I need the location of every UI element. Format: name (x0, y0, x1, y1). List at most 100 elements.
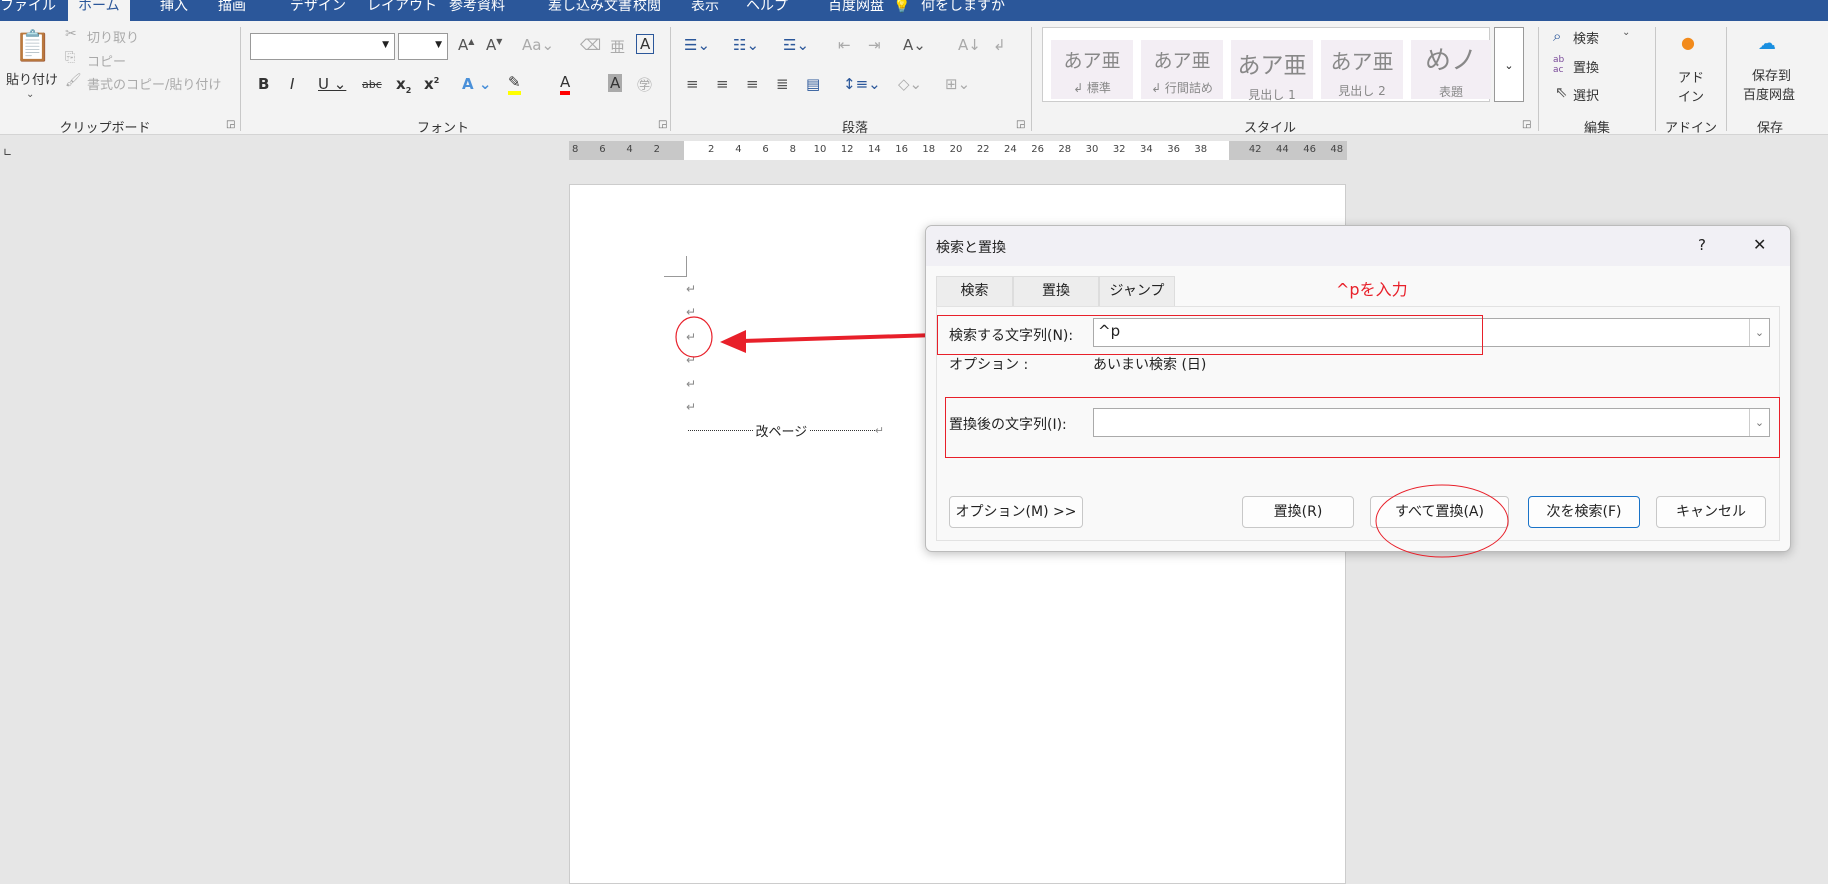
font-color-icon[interactable]: A (560, 73, 571, 95)
paste-button[interactable]: 貼り付け (6, 69, 58, 88)
replace-button[interactable]: 置換 (1573, 57, 1599, 76)
format-painter-button[interactable]: 書式のコピー/貼り付け (87, 74, 221, 93)
dialog-launcher-icon[interactable]: ◲ (1522, 119, 1531, 130)
character-shading-icon[interactable]: A (608, 74, 623, 92)
addins-button[interactable]: アド イン (1678, 67, 1704, 105)
font-name-select[interactable]: ▼ (250, 33, 395, 60)
tab-home[interactable]: ホーム (68, 0, 130, 21)
options-label: オプション : (949, 357, 1029, 373)
cut-button[interactable]: 切り取り (87, 27, 139, 46)
tab-goto[interactable]: ジャンプ (1099, 276, 1175, 306)
tab-insert[interactable]: 挿入 (160, 0, 188, 21)
tab-review[interactable]: 校閲 (633, 0, 661, 21)
dialog-launcher-icon[interactable]: ◲ (226, 119, 235, 130)
style-normal[interactable]: あア亜 ↲ 標準 (1051, 40, 1133, 99)
tell-me-box[interactable]: 何をしますか (921, 0, 1005, 21)
increase-indent-icon[interactable]: ⇥ (868, 36, 881, 54)
ruler-tick: 24 (1004, 144, 1017, 155)
ruler-tick: 4 (735, 144, 742, 155)
help-button[interactable]: ? (1698, 236, 1706, 254)
replace-all-button[interactable]: すべて置換(A) (1370, 496, 1509, 528)
tab-draw[interactable]: 描画 (218, 0, 246, 21)
paragraph-mark: ↵ (686, 282, 697, 296)
bold-button[interactable]: B (258, 75, 269, 93)
tab-find[interactable]: 検索 (936, 276, 1013, 306)
tab-replace[interactable]: 置換 (1013, 276, 1099, 306)
ruler-tick: 16 (895, 144, 908, 155)
chevron-down-icon[interactable]: ⌄ (26, 89, 34, 100)
tab-layout[interactable]: レイアウト (367, 0, 437, 21)
text-direction-icon[interactable]: A⌄ (903, 36, 926, 54)
align-left-icon[interactable]: ≡ (686, 75, 699, 93)
find-next-button[interactable]: 次を検索(F) (1528, 496, 1640, 528)
tab-mailings[interactable]: 差し込み文書 (548, 0, 632, 21)
shading-icon[interactable]: ◇⌄ (898, 75, 922, 93)
underline-button[interactable]: U ⌄ (318, 75, 346, 93)
decrease-indent-icon[interactable]: ⇤ (838, 36, 851, 54)
enclose-characters-icon[interactable]: ㊫ (637, 74, 652, 95)
ruler-tick: 14 (868, 144, 881, 155)
dialog-title: 検索と置換 (936, 240, 1006, 256)
style-no-spacing[interactable]: あア亜 ↲ 行間詰め (1141, 40, 1223, 99)
shrink-font-icon[interactable]: A▼ (486, 36, 502, 54)
superscript-button[interactable]: x2 (424, 75, 439, 93)
tab-file[interactable]: ファイル (0, 0, 56, 21)
horizontal-ruler[interactable]: 8 6 4 2 2 4 6 8 10 12 14 16 18 20 22 24 26 28 30 32 34 36 38 42… (569, 141, 1347, 160)
style-title[interactable]: めノ 表題 (1411, 40, 1491, 99)
paragraph-group-label: 段落 (841, 121, 869, 136)
clear-formatting-icon[interactable]: ⌫ (580, 36, 601, 54)
copy-button[interactable]: コピー (87, 51, 126, 70)
tab-design[interactable]: デザイン (290, 0, 346, 21)
paragraph-mark: ↵ (686, 377, 697, 391)
ruler-tick: 20 (949, 144, 963, 155)
grow-font-icon[interactable]: A▲ (458, 36, 474, 54)
save-baidu-button-line2[interactable]: 百度网盘 (1743, 84, 1795, 103)
tab-references[interactable]: 参考資料 (449, 0, 505, 21)
subscript-button[interactable]: x2 (396, 75, 411, 95)
tab-view[interactable]: 表示 (691, 0, 719, 21)
more-options-button[interactable]: オプション(M) >> (949, 496, 1083, 528)
chevron-down-icon[interactable]: ⌄ (1622, 27, 1630, 38)
close-button[interactable]: ✕ (1753, 235, 1766, 254)
multilevel-list-icon[interactable]: ☲⌄ (783, 36, 809, 54)
character-border-icon[interactable]: A (636, 34, 655, 54)
annotation-text: ^pを入力 (1336, 280, 1408, 299)
find-button[interactable]: 検索 (1573, 28, 1599, 47)
strikethrough-button[interactable]: abc (362, 78, 382, 91)
show-marks-icon[interactable]: ↲ (993, 36, 1006, 54)
dialog-launcher-icon[interactable]: ◲ (658, 119, 667, 130)
align-right-icon[interactable]: ≡ (746, 75, 759, 93)
ruler-tick: 44 (1276, 144, 1289, 155)
ruler-tick: 38 (1194, 144, 1208, 155)
text-effects-icon[interactable]: A ⌄ (462, 75, 491, 93)
tab-stop-selector[interactable]: ∟ (3, 146, 12, 159)
replace-button[interactable]: 置換(R) (1242, 496, 1354, 528)
select-button[interactable]: 選択 (1573, 85, 1599, 104)
bullets-icon[interactable]: ☰⌄ (684, 36, 710, 54)
ruler-tick: 30 (1085, 144, 1099, 155)
cancel-button[interactable]: キャンセル (1656, 496, 1766, 528)
change-case-icon[interactable]: Aa⌄ (522, 36, 554, 54)
tab-baidu[interactable]: 百度网盘 (828, 0, 884, 21)
sort-icon[interactable]: A↓ (958, 36, 981, 54)
save-baidu-button-line1[interactable]: 保存到 (1752, 65, 1791, 84)
paste-icon: 📋 (14, 29, 52, 64)
style-heading-1[interactable]: あア亜 見出し 1 (1231, 40, 1313, 102)
font-size-select[interactable]: ▼ (398, 33, 448, 60)
numbering-icon[interactable]: ☷⌄ (733, 36, 759, 54)
format-painter-icon: 🖌 (65, 73, 82, 88)
dialog-launcher-icon[interactable]: ◲ (1016, 119, 1025, 130)
justify-icon[interactable]: ≣ (776, 75, 789, 93)
chevron-down-icon[interactable]: ⌄ (1749, 319, 1769, 346)
italic-button[interactable]: I (290, 75, 294, 93)
phonetic-guide-icon[interactable]: 亜 (610, 36, 625, 57)
line-spacing-icon[interactable]: ↕≡⌄ (843, 75, 881, 93)
styles-more-button[interactable]: ⌄ (1494, 27, 1524, 102)
addin-icon: ● (1681, 33, 1695, 52)
highlight-icon[interactable]: ✎ (508, 73, 521, 95)
distributed-icon[interactable]: ▤ (806, 75, 820, 93)
align-center-icon[interactable]: ≡ (716, 75, 729, 93)
style-heading-2[interactable]: あア亜 見出し 2 (1321, 40, 1403, 99)
borders-icon[interactable]: ⊞⌄ (945, 75, 970, 93)
tab-help[interactable]: ヘルプ (746, 0, 788, 21)
